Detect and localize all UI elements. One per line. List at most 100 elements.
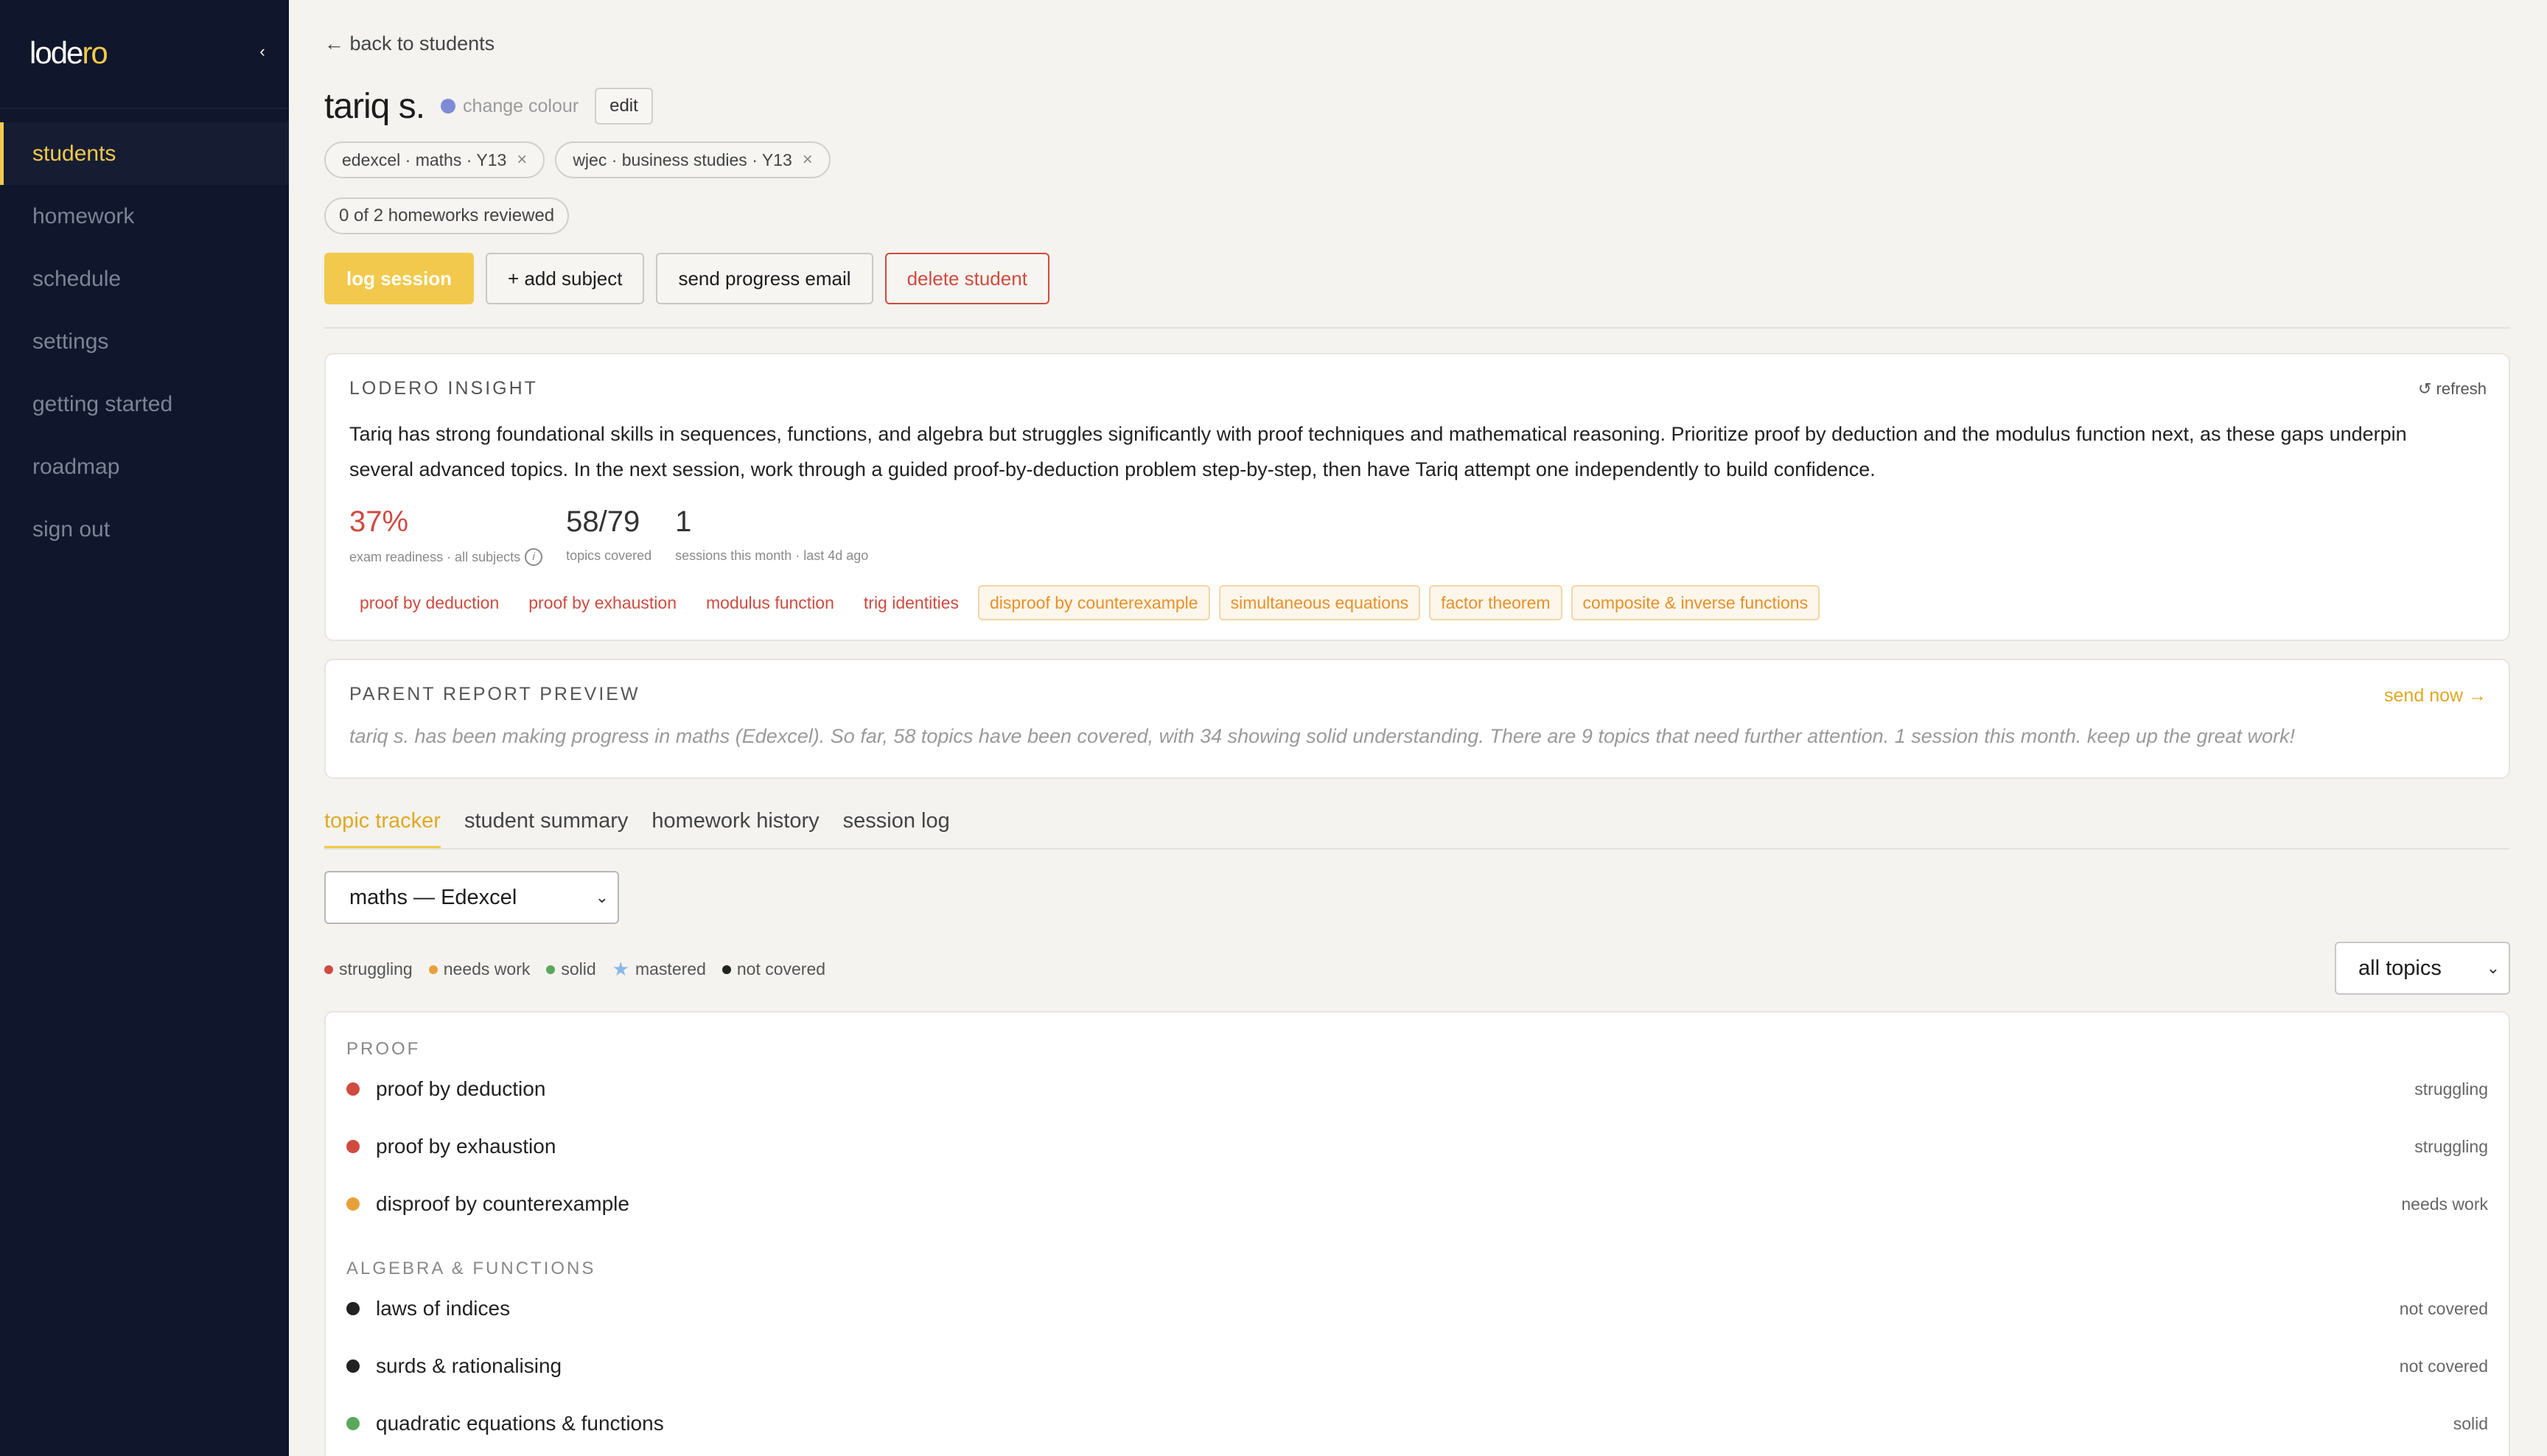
legend-needs-work: needs work (428, 959, 530, 979)
log-session-button[interactable]: log session (324, 253, 475, 304)
insight-title: LODERO INSIGHT (349, 378, 538, 399)
send-progress-email-button[interactable]: send progress email (656, 253, 873, 304)
stat-value: 1 (675, 505, 692, 538)
filter-select-value: all topics (2358, 956, 2442, 980)
tab-student-summary[interactable]: student summary (464, 805, 628, 849)
struggling-tag[interactable]: proof by deduction (349, 585, 509, 620)
legend-not-covered: not covered (722, 959, 825, 979)
insight-stats: 37% exam readiness · all subjects i 58/79… (349, 505, 892, 566)
topic-status: struggling (2414, 1136, 2488, 1156)
delete-student-button[interactable]: delete student (884, 253, 1049, 304)
topic-status: solid (2453, 1413, 2488, 1433)
subject-chips: edexcel · maths · Y13 × wjec · business … (324, 141, 831, 178)
struggling-tag[interactable]: modulus function (696, 585, 845, 620)
sidebar-divider (0, 108, 289, 109)
topic-name: disproof by counterexample (376, 1192, 629, 1215)
topic-status: not covered (2399, 1298, 2488, 1318)
stat-exam-readiness: 37% exam readiness · all subjects i (349, 505, 543, 566)
focus-topic-tags: proof by deduction proof by exhaustion m… (349, 585, 1820, 620)
needs-work-tag[interactable]: composite & inverse functions (1571, 585, 1820, 620)
stat-topics-covered: 58/79 topics covered (566, 505, 651, 566)
status-dot-icon (346, 1197, 360, 1211)
topic-row[interactable]: laws of indices not covered (346, 1294, 2488, 1323)
status-dot-icon (346, 1359, 360, 1373)
logo[interactable]: lodero (29, 35, 108, 71)
status-dot-icon (346, 1082, 360, 1096)
topic-status: not covered (2399, 1356, 2488, 1376)
sidebar-item-settings[interactable]: settings (0, 310, 289, 373)
topic-row[interactable]: disproof by counterexample needs work (346, 1189, 2488, 1219)
tabs-divider (324, 848, 2510, 850)
subject-select[interactable]: maths — Edexcel ⌄ (324, 871, 619, 924)
topic-row[interactable]: surds & rationalising not covered (346, 1351, 2488, 1381)
remove-subject-icon[interactable]: × (803, 143, 813, 177)
topic-name: quadratic equations & functions (376, 1412, 664, 1435)
subject-chip-label: wjec · business studies · Y13 (573, 150, 792, 169)
sidebar-item-roadmap[interactable]: roadmap (0, 435, 289, 498)
parent-report-text: tariq s. has been making progress in mat… (349, 725, 2296, 747)
remove-subject-icon[interactable]: × (517, 143, 527, 177)
insight-card: LODERO INSIGHT ↺ refresh Tariq has stron… (324, 353, 2510, 641)
topic-name: proof by deduction (376, 1077, 546, 1100)
section-header-proof: PROOF (346, 1039, 421, 1059)
tab-topic-tracker[interactable]: topic tracker (324, 805, 441, 849)
status-dot-icon (346, 1140, 360, 1153)
add-subject-button[interactable]: + add subject (486, 253, 645, 304)
topic-name: laws of indices (376, 1297, 511, 1320)
edit-button[interactable]: edit (595, 88, 653, 125)
subject-chip: wjec · business studies · Y13 × (555, 141, 831, 178)
colour-swatch[interactable] (441, 99, 456, 113)
stat-value: 37% (349, 505, 409, 538)
sidebar-item-getting-started[interactable]: getting started (0, 373, 289, 435)
sidebar-item-schedule[interactable]: schedule (0, 248, 289, 310)
status-legend: struggling needs work solid ★ mastered no… (324, 958, 825, 981)
chevron-down-icon: ⌄ (595, 888, 609, 906)
stat-label: exam readiness · all subjects i (349, 548, 543, 566)
status-dot-icon (346, 1302, 360, 1315)
star-icon: ★ (612, 958, 629, 980)
legend-struggling: struggling (324, 959, 413, 979)
topic-name: surds & rationalising (376, 1354, 562, 1377)
status-dot-icon (346, 1417, 360, 1430)
change-colour-link[interactable]: change colour (463, 96, 579, 117)
dot-icon (428, 965, 438, 974)
dot-icon (722, 965, 731, 974)
back-link[interactable]: ← back to students (324, 32, 495, 55)
legend-mastered: ★ mastered (612, 958, 706, 980)
tab-session-log[interactable]: session log (843, 805, 950, 849)
needs-work-tag[interactable]: factor theorem (1429, 585, 1562, 620)
tab-homework-history[interactable]: homework history (651, 805, 819, 849)
chevron-down-icon: ⌄ (2486, 959, 2500, 977)
subject-select-value: maths — Edexcel (349, 886, 517, 909)
topic-row[interactable]: proof by deduction struggling (346, 1074, 2488, 1104)
sidebar-item-sign-out[interactable]: sign out (0, 498, 289, 561)
info-icon[interactable]: i (525, 548, 543, 566)
struggling-tag[interactable]: trig identities (853, 585, 969, 620)
action-bar: log session + add subject send progress … (324, 253, 1049, 304)
refresh-button[interactable]: ↺ refresh (2418, 379, 2487, 399)
topic-status: needs work (2401, 1194, 2488, 1214)
sidebar-item-students[interactable]: students (0, 122, 289, 185)
student-name: tariq s. (324, 86, 425, 126)
topic-row[interactable]: quadratic equations & functions solid (346, 1409, 2488, 1438)
sidebar-item-homework[interactable]: homework (0, 185, 289, 248)
send-now-link[interactable]: send now → (2384, 685, 2487, 707)
legend-solid: solid (546, 959, 596, 979)
struggling-tag[interactable]: proof by exhaustion (518, 585, 687, 620)
subject-chip: edexcel · maths · Y13 × (324, 141, 545, 178)
collapse-sidebar-icon[interactable]: ‹ (255, 43, 270, 60)
dot-icon (546, 965, 556, 974)
homework-status-badge: 0 of 2 homeworks reviewed (324, 197, 570, 234)
topic-filter-select[interactable]: all topics ⌄ (2335, 942, 2510, 995)
subject-chip-label: edexcel · maths · Y13 (342, 150, 507, 169)
stat-label: sessions this month · last 4d ago (675, 548, 869, 563)
stat-label: topics covered (566, 548, 652, 563)
needs-work-tag[interactable]: disproof by counterexample (978, 585, 1210, 620)
topic-row[interactable]: proof by exhaustion struggling (346, 1132, 2488, 1161)
sidebar-nav: students homework schedule settings gett… (0, 122, 289, 561)
tab-bar: topic tracker student summary homework h… (324, 805, 950, 849)
topic-name: proof by exhaustion (376, 1135, 556, 1158)
stat-value: 58/79 (566, 505, 640, 538)
section-header-algebra: ALGEBRA & FUNCTIONS (346, 1259, 596, 1278)
needs-work-tag[interactable]: simultaneous equations (1218, 585, 1421, 620)
